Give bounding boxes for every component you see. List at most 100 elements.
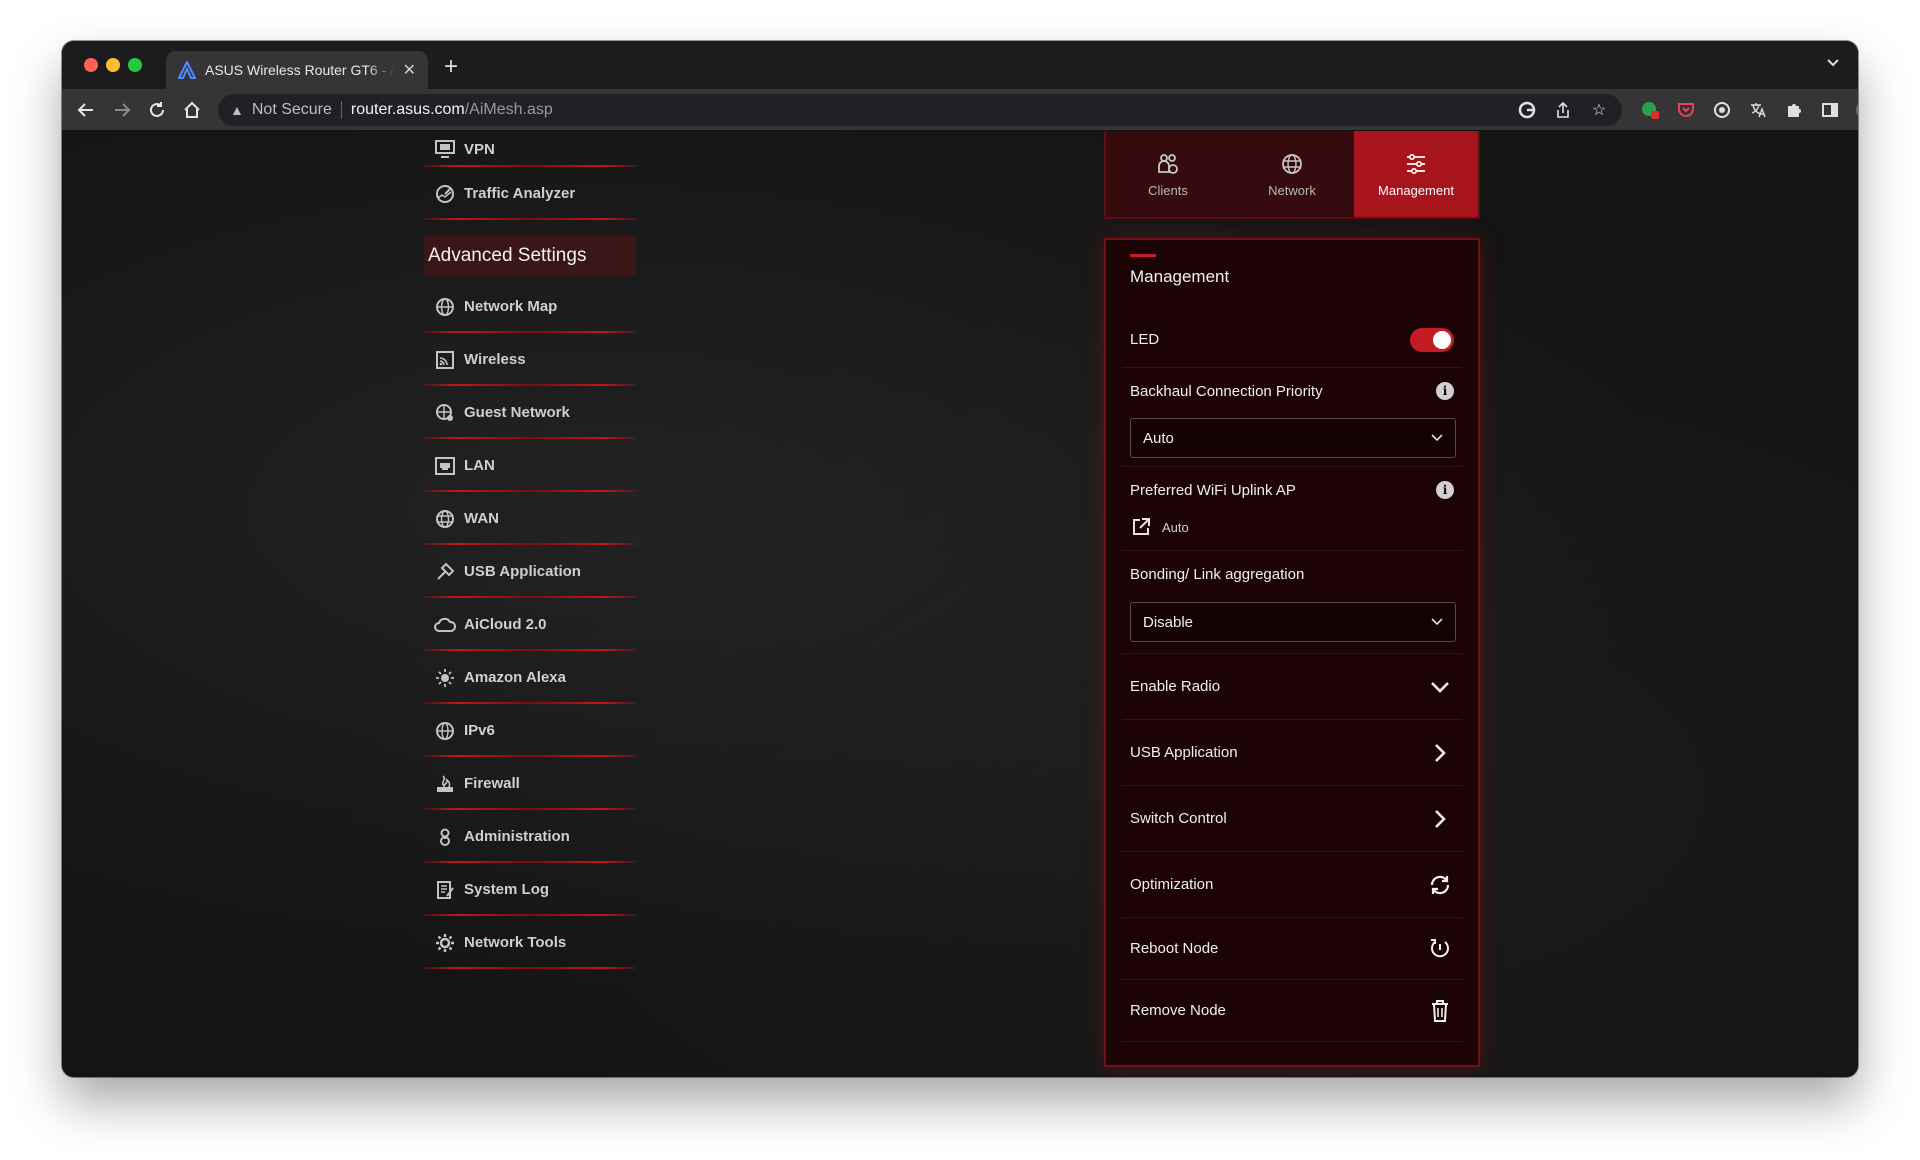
cloud-icon bbox=[434, 614, 456, 636]
sidebar-item-vpn[interactable]: VPN bbox=[424, 131, 636, 167]
asus-favicon-icon bbox=[178, 61, 196, 79]
refresh-icon[interactable] bbox=[1426, 871, 1454, 899]
side-panel-icon[interactable] bbox=[1818, 98, 1842, 122]
lan-icon bbox=[434, 455, 456, 477]
minimize-window-button[interactable] bbox=[106, 58, 120, 72]
sidebar-item-label: WAN bbox=[464, 510, 499, 527]
vpn-icon bbox=[434, 138, 456, 160]
reboot-node-row[interactable]: Reboot Node bbox=[1122, 918, 1462, 980]
back-arrow-icon[interactable] bbox=[74, 98, 98, 122]
share-icon[interactable] bbox=[1552, 99, 1574, 121]
bookmark-star-icon[interactable]: ☆ bbox=[1588, 99, 1610, 121]
tab-management[interactable]: Management bbox=[1354, 131, 1478, 217]
sidebar-item-label: Wireless bbox=[464, 351, 526, 368]
warning-triangle-icon[interactable]: ▲ bbox=[230, 102, 244, 118]
sidebar-item-network-map[interactable]: Network Map bbox=[424, 280, 636, 333]
chevron-down-icon bbox=[1431, 615, 1443, 629]
sidebar-item-administration[interactable]: Administration bbox=[424, 810, 636, 863]
sidebar-item-label: IPv6 bbox=[464, 722, 495, 739]
tab-label: Clients bbox=[1148, 182, 1188, 198]
sidebar-item-network-tools[interactable]: Network Tools bbox=[424, 916, 636, 969]
uplink-info-icon[interactable]: i bbox=[1436, 481, 1454, 499]
backhaul-info-icon[interactable]: i bbox=[1436, 382, 1454, 400]
sidebar-item-firewall[interactable]: Firewall bbox=[424, 757, 636, 810]
sidebar-item-traffic-analyzer[interactable]: Traffic Analyzer bbox=[424, 167, 636, 220]
reboot-power-icon[interactable] bbox=[1426, 935, 1454, 963]
home-icon[interactable] bbox=[180, 98, 204, 122]
not-secure-label[interactable]: Not Secure bbox=[252, 101, 332, 119]
chevron-down-icon[interactable] bbox=[1426, 673, 1454, 701]
wan-globe-icon bbox=[434, 508, 456, 530]
enable-radio-label: Enable Radio bbox=[1130, 678, 1221, 695]
extension-badge-icon[interactable] bbox=[1638, 98, 1662, 122]
chevron-right-icon[interactable] bbox=[1426, 739, 1454, 767]
tab-title: ASUS Wireless Router GT6 - AiMesh bbox=[205, 62, 395, 78]
remove-node-label: Remove Node bbox=[1130, 1002, 1226, 1019]
network-tools-icon bbox=[434, 932, 456, 954]
usb-application-row[interactable]: USB Application bbox=[1122, 720, 1462, 786]
sidebar-item-aicloud[interactable]: AiCloud 2.0 bbox=[424, 598, 636, 651]
backhaul-row: Backhaul Connection Priority i bbox=[1122, 368, 1462, 414]
sidebar-item-lan[interactable]: LAN bbox=[424, 439, 636, 492]
sidebar-item-system-log[interactable]: System Log bbox=[424, 863, 636, 916]
translate-icon[interactable] bbox=[1746, 98, 1770, 122]
firewall-icon bbox=[434, 773, 456, 795]
forward-arrow-icon[interactable] bbox=[110, 98, 134, 122]
optimization-row[interactable]: Optimization bbox=[1122, 852, 1462, 918]
pocket-icon[interactable] bbox=[1674, 98, 1698, 122]
remove-node-row[interactable]: Remove Node bbox=[1122, 980, 1462, 1042]
alexa-icon bbox=[434, 667, 456, 689]
fullscreen-window-button[interactable] bbox=[128, 58, 142, 72]
sidebar-item-label: System Log bbox=[464, 881, 550, 898]
google-lens-icon[interactable] bbox=[1516, 99, 1538, 121]
tab-network[interactable]: Network bbox=[1230, 131, 1354, 217]
sidebar-item-label: LAN bbox=[464, 457, 495, 474]
new-tab-button[interactable]: + bbox=[444, 53, 458, 81]
vpn-extension-icon[interactable] bbox=[1710, 98, 1734, 122]
trash-icon[interactable] bbox=[1426, 997, 1454, 1025]
sidebar-item-label: VPN bbox=[464, 140, 495, 158]
chevron-down-icon bbox=[1431, 431, 1443, 445]
admin-gear-icon bbox=[434, 826, 456, 848]
browser-tab[interactable]: ASUS Wireless Router GT6 - AiMesh ✕ bbox=[166, 51, 428, 89]
reboot-node-label: Reboot Node bbox=[1130, 940, 1219, 957]
reload-icon[interactable] bbox=[145, 98, 169, 122]
traffic-analyzer-icon bbox=[434, 183, 456, 205]
sidebar-item-usb-application[interactable]: USB Application bbox=[424, 545, 636, 598]
led-toggle[interactable] bbox=[1410, 327, 1454, 352]
profile-avatar-icon[interactable] bbox=[1854, 98, 1858, 122]
sidebar-item-guest-network[interactable]: Guest Network bbox=[424, 386, 636, 439]
guest-network-icon bbox=[434, 402, 456, 424]
led-label: LED bbox=[1130, 331, 1160, 348]
browser-toolbar: ▲ Not Secure router.asus.com /AiMesh.asp… bbox=[62, 89, 1858, 131]
close-window-button[interactable] bbox=[84, 58, 98, 72]
tab-search-chevron-icon[interactable] bbox=[1826, 55, 1840, 72]
switch-control-row[interactable]: Switch Control bbox=[1122, 786, 1462, 852]
bonding-select[interactable]: Disable bbox=[1130, 602, 1456, 642]
puzzle-extensions-icon[interactable] bbox=[1782, 98, 1806, 122]
chevron-right-icon[interactable] bbox=[1426, 805, 1454, 833]
sidebar-item-label: Guest Network bbox=[464, 404, 570, 421]
globe-map-icon bbox=[434, 296, 456, 318]
advanced-settings-header: Advanced Settings bbox=[424, 236, 636, 276]
ipv6-icon bbox=[434, 720, 456, 742]
sidebar-item-ipv6[interactable]: IPv6 bbox=[424, 704, 636, 757]
enable-radio-row[interactable]: Enable Radio bbox=[1122, 654, 1462, 720]
management-panel: Management LED Backhaul Connection Prior… bbox=[1104, 238, 1480, 1067]
sidebar-item-wan[interactable]: WAN bbox=[424, 492, 636, 545]
tab-close-icon[interactable]: ✕ bbox=[403, 60, 416, 80]
backhaul-value: Auto bbox=[1143, 429, 1174, 447]
tab-clients[interactable]: Clients bbox=[1106, 131, 1230, 217]
address-bar[interactable]: ▲ Not Secure router.asus.com /AiMesh.asp… bbox=[218, 94, 1622, 126]
address-divider bbox=[340, 101, 342, 119]
sidebar-item-wireless[interactable]: Wireless bbox=[424, 333, 636, 386]
uplink-row: Preferred WiFi Uplink AP i bbox=[1122, 467, 1462, 513]
url-host: router.asus.com bbox=[350, 101, 465, 118]
clients-icon bbox=[1155, 151, 1181, 177]
backhaul-select[interactable]: Auto bbox=[1130, 418, 1456, 458]
tab-label: Management bbox=[1378, 182, 1454, 198]
sidebar-item-amazon-alexa[interactable]: Amazon Alexa bbox=[424, 651, 636, 704]
uplink-link[interactable]: Auto bbox=[1130, 516, 1189, 538]
extensions-area bbox=[1638, 98, 1858, 122]
tab-label: Network bbox=[1268, 182, 1316, 198]
